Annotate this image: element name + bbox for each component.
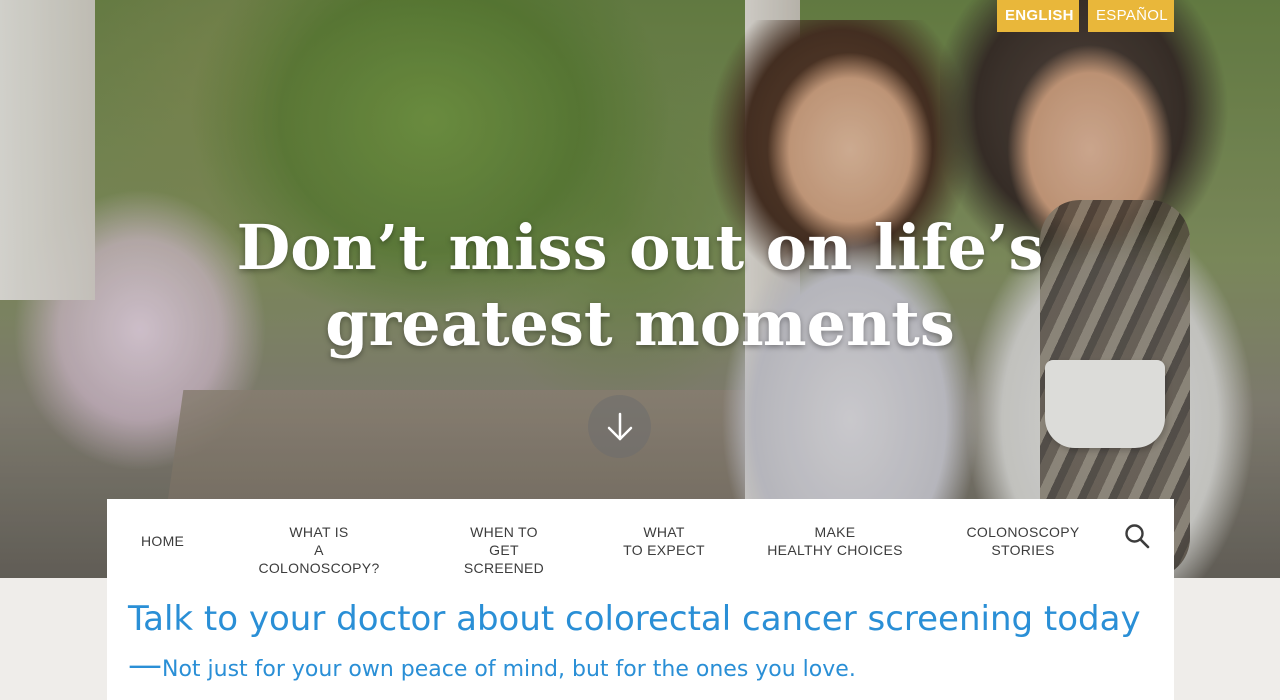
nav-when-to-get-screened[interactable]: WHEN TO GET SCREENED [448,523,560,577]
nav-what-is-colonoscopy[interactable]: WHAT IS A COLONOSCOPY? [253,523,385,577]
nav-what-is-colonoscopy-line2: A COLONOSCOPY? [258,542,380,576]
nav-when-to-get-screened-line1: WHEN TO [470,524,538,540]
screening-tagline: Talk to your doctor about colorectal can… [128,596,1148,688]
tagline-sub: Not just for your own peace of mind, but… [162,657,856,682]
nav-home[interactable]: HOME [141,532,184,550]
nav-colonoscopy-stories-line2: STORIES [991,542,1055,558]
nav-what-to-expect-line1: WHAT [643,524,685,540]
arrow-down-icon [607,412,633,441]
language-english-button[interactable]: ENGLISH [997,0,1079,32]
search-icon [1125,524,1150,549]
nav-colonoscopy-stories-line1: COLONOSCOPY [966,524,1080,540]
nav-make-healthy-choices-line2: HEALTHY CHOICES [767,542,903,558]
hero-banner: ENGLISH ESPAÑOL Don’t miss out on life’s… [0,0,1280,578]
nav-when-to-get-screened-line2: GET SCREENED [463,542,545,576]
nav-what-to-expect[interactable]: WHAT TO EXPECT [621,523,707,559]
language-spanish-button[interactable]: ESPAÑOL [1088,0,1174,32]
nav-what-to-expect-line2: TO EXPECT [623,542,705,558]
hero-headline: Don’t miss out on life’s greatest moment… [200,210,1080,362]
hero-headline-line1: Don’t miss out on life’s [236,211,1044,284]
nav-make-healthy-choices-line1: MAKE [814,524,856,540]
main-nav: HOME WHAT IS A COLONOSCOPY? WHEN TO GET … [107,499,1174,578]
nav-colonoscopy-stories[interactable]: COLONOSCOPY STORIES [963,523,1083,559]
search-button[interactable] [1124,523,1150,549]
nav-make-healthy-choices[interactable]: MAKE HEALTHY CHOICES [767,523,903,559]
hero-headline-line2: greatest moments [325,287,955,360]
nav-what-is-colonoscopy-line1: WHAT IS [289,524,349,540]
intro-section: Talk to your doctor about colorectal can… [107,578,1174,700]
scroll-down-button[interactable] [588,395,651,458]
